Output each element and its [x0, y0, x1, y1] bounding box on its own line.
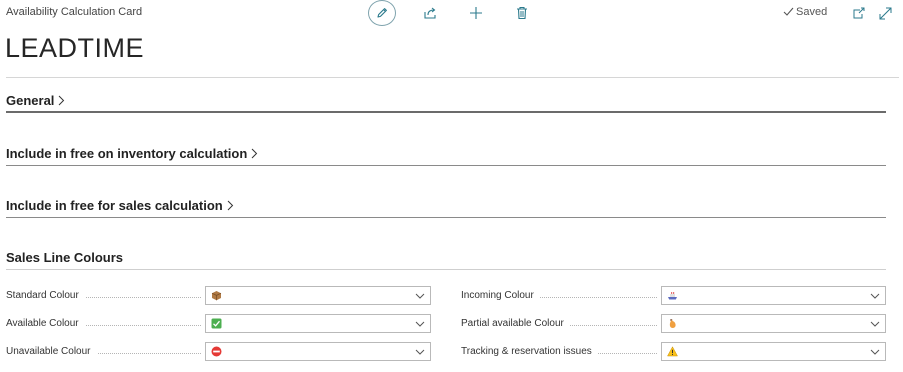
tracking-reservation-issues-select[interactable]: [661, 342, 886, 361]
chevron-down-icon: [870, 349, 880, 355]
expand-icon: [879, 7, 891, 19]
chevron-down-icon: [415, 349, 425, 355]
chevron-down-icon: [415, 321, 425, 327]
available-colour-select[interactable]: [205, 314, 431, 333]
standard-colour-label: Standard Colour: [6, 290, 201, 301]
new-button[interactable]: [464, 3, 488, 23]
unavailable-colour-select[interactable]: [205, 342, 431, 361]
incoming-colour-select[interactable]: [661, 286, 886, 305]
orange-bottle-icon: [669, 319, 676, 328]
ship-icon: [668, 292, 677, 300]
section-inventory-title: Include in free on inventory calculation: [6, 146, 248, 161]
warning-icon: [667, 346, 678, 357]
open-new-window-button[interactable]: [846, 3, 870, 23]
section-colours-divider: [6, 269, 886, 270]
chevron-down-icon: [870, 321, 880, 327]
edit-icon: [377, 8, 387, 18]
partial-available-colour-select[interactable]: [661, 314, 886, 333]
unavailable-colour-label: Unavailable Colour: [6, 346, 201, 357]
share-button[interactable]: [418, 3, 442, 23]
section-sales-title: Include in free for sales calculation: [6, 198, 223, 213]
green-check-icon: [211, 318, 222, 329]
incoming-colour-label: Incoming Colour: [461, 290, 657, 301]
partial-available-colour-label: Partial available Colour: [461, 318, 657, 329]
chevron-down-icon: [870, 293, 880, 299]
chevron-down-icon: [415, 293, 425, 299]
section-sales[interactable]: Include in free for sales calculation: [6, 198, 234, 213]
share-icon: [424, 7, 436, 19]
page-title: LEADTIME: [5, 33, 145, 63]
header-divider: [6, 77, 899, 78]
chevron-right-icon: [59, 95, 65, 106]
expand-button[interactable]: [873, 3, 897, 23]
tracking-reservation-issues-label: Tracking & reservation issues: [461, 346, 657, 357]
saved-status: Saved: [783, 6, 827, 18]
chevron-right-icon: [251, 148, 258, 159]
red-no-entry-icon: [211, 346, 222, 357]
add-icon: [470, 7, 482, 19]
open-new-window-icon: [853, 7, 864, 18]
standard-colour-select[interactable]: [205, 286, 431, 305]
section-inventory-divider: [6, 165, 886, 166]
card-title: Availability Calculation Card: [6, 6, 143, 18]
chevron-right-icon: [227, 200, 233, 211]
section-inventory[interactable]: Include in free on inventory calculation: [6, 146, 258, 161]
section-general[interactable]: General: [6, 93, 65, 108]
section-general-divider: [6, 111, 886, 113]
edit-button[interactable]: [368, 0, 396, 26]
saved-label: Saved: [796, 6, 828, 18]
delete-button[interactable]: [510, 3, 534, 23]
brown-box-icon: [211, 291, 222, 301]
section-colours[interactable]: Sales Line Colours: [6, 250, 123, 265]
section-colours-title: Sales Line Colours: [6, 250, 124, 265]
checkmark-icon: [783, 7, 794, 16]
section-general-title: General: [6, 93, 55, 108]
section-sales-divider: [6, 217, 886, 218]
delete-icon: [517, 6, 527, 20]
available-colour-label: Available Colour: [6, 318, 201, 329]
